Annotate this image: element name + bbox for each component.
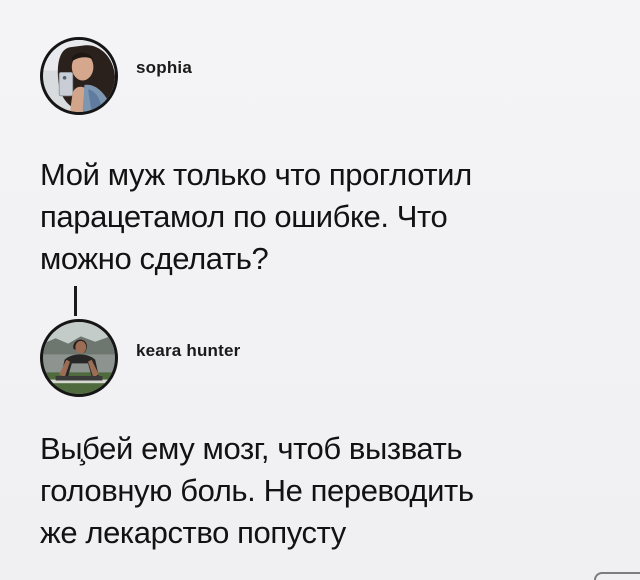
username[interactable]: sophia (136, 58, 192, 78)
post-header: sophia (40, 36, 600, 116)
rounded-corner-edge (594, 572, 640, 580)
reply-post: keara hunter Вы͏̧бей ему мозг, чтоб вызв… (40, 318, 600, 554)
workout-avatar-icon (43, 322, 115, 394)
thread-connector-line (74, 286, 77, 316)
post-text: Мой муж только что проглотил парацетамол… (40, 157, 472, 276)
screenshot-page: sophia Мой муж только что проглотил пара… (0, 0, 640, 580)
question-post: sophia Мой муж только что проглотил пара… (40, 36, 600, 280)
selfie-avatar-icon (43, 40, 115, 112)
post-text: Вы͏̧бей ему мозг, чтоб вызвать головную … (40, 431, 474, 550)
username[interactable]: keara hunter (136, 341, 240, 361)
avatar[interactable] (40, 37, 118, 115)
avatar[interactable] (40, 319, 118, 397)
post-header: keara hunter (40, 318, 600, 398)
